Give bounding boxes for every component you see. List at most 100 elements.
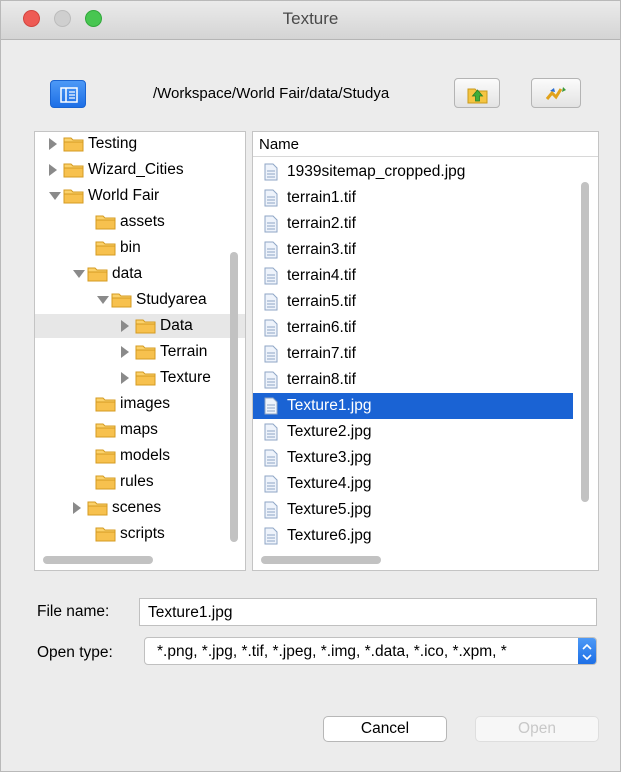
tree-horizontal-scrollbar[interactable] <box>43 556 153 564</box>
tree-item[interactable]: Terrain <box>35 340 245 364</box>
open-type-select[interactable]: *.png, *.jpg, *.tif, *.jpeg, *.img, *.da… <box>144 637 597 665</box>
file-row[interactable]: terrain5.tif <box>253 289 573 315</box>
disclosure-expanded-icon[interactable] <box>73 270 85 278</box>
disclosure-expanded-icon[interactable] <box>97 296 109 304</box>
disclosure-collapsed-icon[interactable] <box>121 346 129 358</box>
file-row[interactable]: terrain1.tif <box>253 185 573 211</box>
tree-item[interactable]: rules <box>35 470 245 494</box>
files-vertical-scrollbar[interactable] <box>581 182 589 502</box>
file-row[interactable]: Texture6.jpg <box>253 523 573 549</box>
folder-icon <box>135 371 156 386</box>
folder-icon <box>95 527 116 542</box>
tree-item-label: Studyarea <box>136 291 207 308</box>
directory-nav-icon <box>60 87 78 103</box>
document-icon <box>264 527 278 545</box>
tree-item[interactable]: Data <box>35 314 245 338</box>
tree-item[interactable]: models <box>35 444 245 468</box>
tree-item[interactable]: scenes <box>35 496 245 520</box>
parent-folder-icon <box>467 88 488 104</box>
file-row[interactable]: Texture1.jpg <box>253 393 573 419</box>
folder-icon <box>95 423 116 438</box>
document-icon <box>264 319 278 337</box>
tree-item[interactable]: data <box>35 262 245 286</box>
tree-item[interactable]: images <box>35 392 245 416</box>
open-button[interactable]: Open <box>475 716 599 742</box>
tree-item[interactable]: Studyarea <box>35 288 245 312</box>
cancel-button[interactable]: Cancel <box>323 716 447 742</box>
file-row[interactable]: terrain3.tif <box>253 237 573 263</box>
tree-item-label: scripts <box>120 525 165 542</box>
folder-icon <box>95 475 116 490</box>
file-name: terrain8.tif <box>287 371 356 388</box>
document-icon <box>264 241 278 259</box>
file-list[interactable]: Name 1939sitemap_cropped.jpg terrain1.tif… <box>252 131 599 571</box>
tree-item[interactable]: Texture <box>35 366 245 390</box>
file-row[interactable]: terrain4.tif <box>253 263 573 289</box>
tree-item-label: Testing <box>88 135 138 152</box>
parent-folder-button[interactable] <box>454 78 500 108</box>
disclosure-collapsed-icon[interactable] <box>121 320 129 332</box>
file-name: Texture5.jpg <box>287 501 372 518</box>
document-icon <box>264 449 278 467</box>
file-row[interactable]: terrain6.tif <box>253 315 573 341</box>
document-icon <box>264 267 278 285</box>
name-column-header[interactable]: Name <box>253 132 598 157</box>
file-row[interactable]: 1939sitemap_cropped.jpg <box>253 159 573 185</box>
file-row[interactable]: Texture3.jpg <box>253 445 573 471</box>
tree-item[interactable]: Wizard_Cities <box>35 158 245 182</box>
disclosure-collapsed-icon[interactable] <box>121 372 129 384</box>
title-bar[interactable]: Texture <box>1 1 620 40</box>
file-name: Texture2.jpg <box>287 423 372 440</box>
select-stepper[interactable] <box>578 638 596 664</box>
tree-item[interactable]: assets <box>35 210 245 234</box>
folder-icon <box>63 189 84 204</box>
current-path: /Workspace/World Fair/data/Studya <box>153 85 390 102</box>
file-row[interactable]: Texture2.jpg <box>253 419 573 445</box>
file-name: 1939sitemap_cropped.jpg <box>287 163 466 180</box>
tree-item[interactable]: scripts <box>35 522 245 546</box>
file-row[interactable]: terrain2.tif <box>253 211 573 237</box>
tree-item-label: Data <box>160 317 193 334</box>
tree-item[interactable]: bin <box>35 236 245 260</box>
disclosure-collapsed-icon[interactable] <box>49 164 57 176</box>
folder-icon <box>63 137 84 152</box>
file-name: terrain3.tif <box>287 241 356 258</box>
texture-dialog: Texture /Workspace/World Fair/data/Study… <box>0 0 621 772</box>
file-name-value: Texture1.jpg <box>148 604 233 621</box>
tree-vertical-scrollbar[interactable] <box>230 252 238 542</box>
tree-item[interactable]: Testing <box>35 132 245 156</box>
open-type-label: Open type: <box>37 644 113 661</box>
file-name: Texture3.jpg <box>287 449 372 466</box>
document-icon <box>264 215 278 233</box>
tree-item-label: scenes <box>112 499 162 516</box>
refresh-icon <box>545 87 566 100</box>
directory-nav-button[interactable] <box>50 80 86 108</box>
tree-item[interactable]: World Fair <box>35 184 245 208</box>
file-name: terrain1.tif <box>287 189 356 206</box>
file-name: terrain4.tif <box>287 267 356 284</box>
file-name: terrain2.tif <box>287 215 356 232</box>
file-name: Texture4.jpg <box>287 475 372 492</box>
document-icon <box>264 501 278 519</box>
file-row[interactable]: Texture5.jpg <box>253 497 573 523</box>
refresh-button[interactable] <box>531 78 581 108</box>
file-row[interactable]: terrain7.tif <box>253 341 573 367</box>
disclosure-expanded-icon[interactable] <box>49 192 61 200</box>
tree-item[interactable]: maps <box>35 418 245 442</box>
folder-icon <box>135 319 156 334</box>
document-icon <box>264 345 278 363</box>
disclosure-collapsed-icon[interactable] <box>73 502 81 514</box>
document-icon <box>264 163 278 181</box>
disclosure-collapsed-icon[interactable] <box>49 138 57 150</box>
file-name-label: File name: <box>37 603 110 620</box>
tree-item-label: data <box>112 265 143 282</box>
folder-icon <box>87 501 108 516</box>
file-name: terrain5.tif <box>287 293 356 310</box>
file-row[interactable]: terrain8.tif <box>253 367 573 393</box>
folder-tree[interactable]: Testing Wizard_Cities World Fair assets bin d… <box>34 131 246 571</box>
tree-item-label: models <box>120 447 170 464</box>
file-name: terrain7.tif <box>287 345 356 362</box>
file-row[interactable]: Texture4.jpg <box>253 471 573 497</box>
files-horizontal-scrollbar[interactable] <box>261 556 381 564</box>
file-name-field[interactable]: Texture1.jpg <box>139 598 597 626</box>
